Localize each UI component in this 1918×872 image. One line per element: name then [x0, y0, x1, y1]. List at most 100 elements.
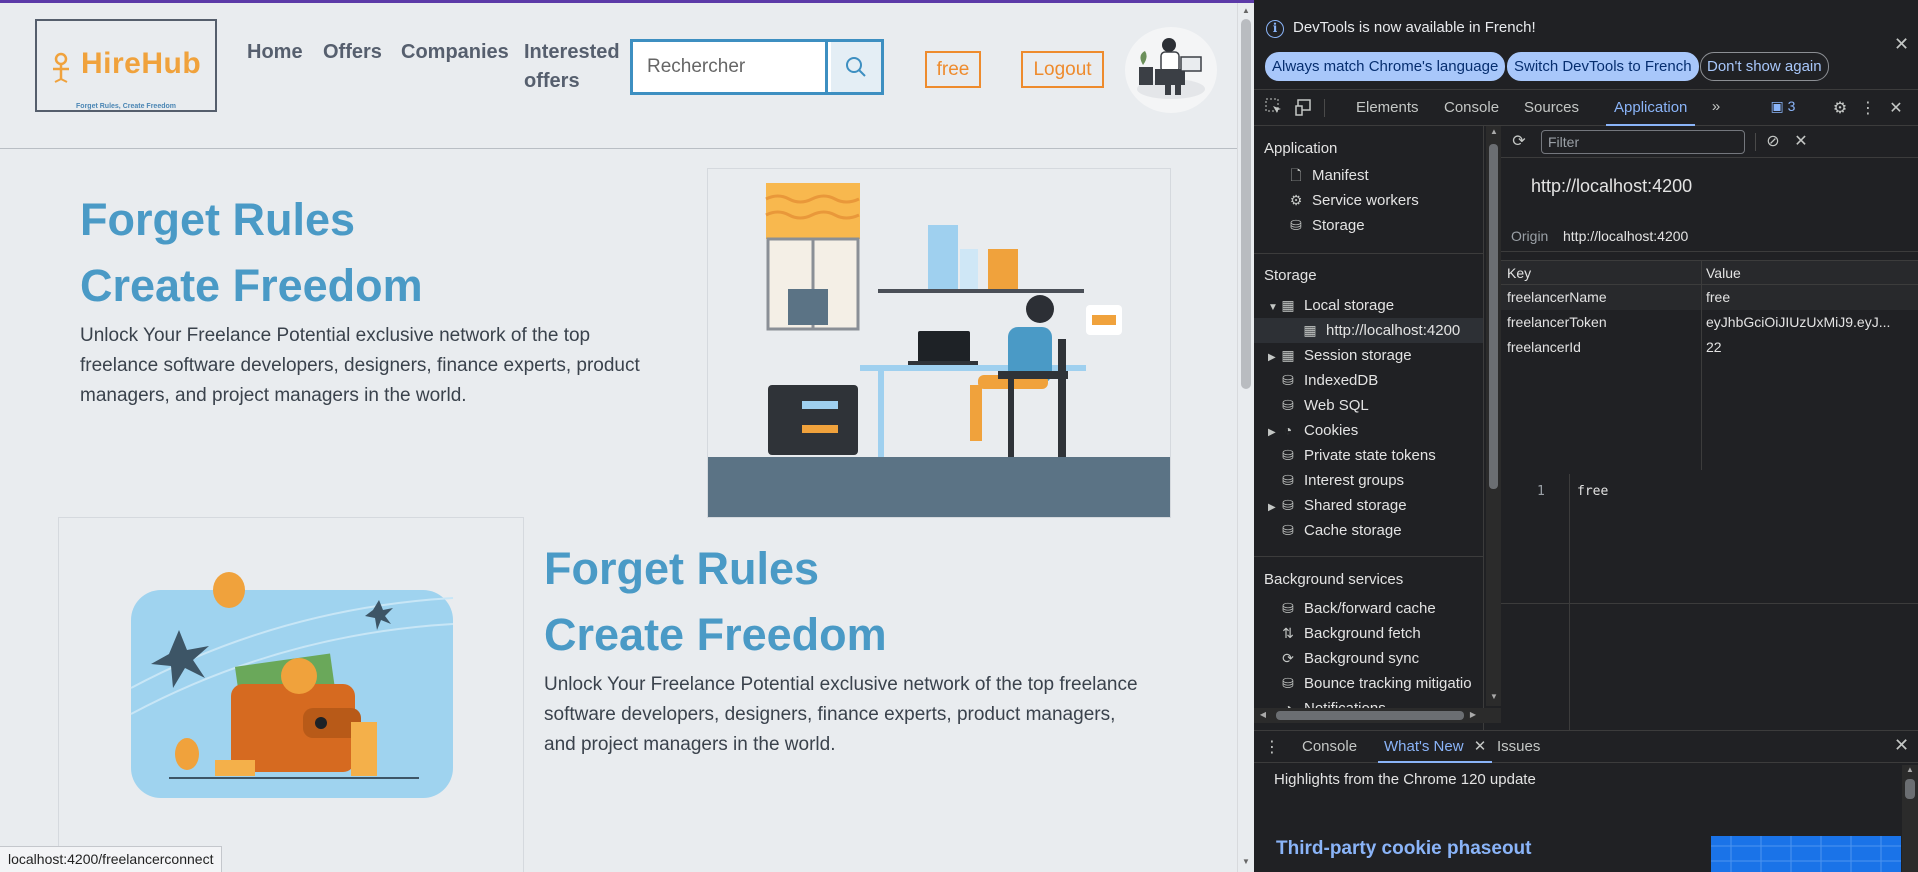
table-row-key[interactable]: freelancerToken	[1507, 310, 1697, 335]
sidebar-item-label: Session storage	[1304, 347, 1412, 364]
sidebar-item-indexeddb[interactable]: ⛁ IndexedDB	[1280, 368, 1378, 393]
logo[interactable]: HireHub Forget Rules, Create Freedom	[35, 19, 217, 112]
table-row-value[interactable]: free	[1706, 285, 1912, 310]
origin-row: Origin http://localhost:4200	[1501, 222, 1918, 252]
drawer-menu-icon[interactable]: ⋮	[1262, 737, 1282, 757]
info-icon: i	[1266, 20, 1284, 38]
tab-application[interactable]: Application	[1606, 90, 1696, 126]
devtools-panel: i DevTools is now available in French! ✕…	[1254, 0, 1918, 872]
scroll-up-icon[interactable]: ▲	[1489, 127, 1499, 136]
sync-icon: ⟳	[1282, 650, 1294, 666]
nav-offers[interactable]: Offers	[323, 38, 382, 67]
navbar: HireHub Forget Rules, Create Freedom Hom…	[0, 3, 1237, 149]
device-toolbar-icon[interactable]	[1294, 98, 1314, 118]
drawer-scroll-thumb[interactable]	[1905, 779, 1915, 799]
nav-home[interactable]: Home	[247, 38, 303, 67]
infobar-close-icon[interactable]: ✕	[1894, 34, 1909, 55]
sidebar-item-label: Cache storage	[1304, 522, 1402, 539]
tab-elements[interactable]: Elements	[1356, 90, 1419, 126]
article-thumbnail[interactable]	[1711, 836, 1901, 872]
table-icon: ▦	[1281, 297, 1295, 313]
collapsed-triangle-icon[interactable]: ▶	[1268, 345, 1280, 370]
inspect-element-icon[interactable]	[1264, 98, 1284, 118]
sidebar-item-local-storage-origin[interactable]: ▦ http://localhost:4200	[1254, 318, 1483, 343]
sidebar-item-label: Service workers	[1312, 192, 1419, 209]
nav-companies[interactable]: Companies	[401, 38, 509, 67]
filter-input[interactable]	[1541, 130, 1745, 154]
settings-gear-icon[interactable]: ⚙	[1830, 98, 1850, 118]
sidebar-item-private-state-tokens[interactable]: ⛁ Private state tokens	[1280, 443, 1436, 468]
up-down-arrows-icon: ⇅	[1282, 625, 1294, 641]
table-row-key[interactable]: freelancerId	[1507, 335, 1697, 360]
table-row-value[interactable]: eyJhbGciOiJIUzUxMiJ9.eyJ...	[1706, 310, 1912, 335]
nav-interested-offers[interactable]: Interested offers	[524, 38, 620, 96]
sidebar-item-local-storage[interactable]: ▼ ▦ Local storage	[1268, 293, 1394, 318]
database-icon: ⛁	[1282, 372, 1294, 388]
close-devtools-icon[interactable]: ✕	[1886, 98, 1906, 118]
scroll-down-icon[interactable]: ▼	[1489, 692, 1499, 701]
sidebar-item-cache-storage[interactable]: ⛁ Cache storage	[1280, 518, 1402, 543]
close-drawer-icon[interactable]: ✕	[1894, 735, 1909, 756]
cookie-icon: ◔	[1283, 422, 1293, 438]
sidebar-item-storage[interactable]: ⛁ Storage	[1288, 213, 1364, 238]
sidebar-scrollbar[interactable]: ▲ ▼	[1486, 126, 1501, 706]
nav-interested-line1: Interested	[524, 41, 620, 63]
table-row-value[interactable]: 22	[1706, 335, 1912, 360]
sidebar-section-storage: Storage	[1264, 267, 1317, 284]
expanded-triangle-icon[interactable]: ▼	[1268, 295, 1280, 320]
sidebar-item-label: Shared storage	[1304, 497, 1407, 514]
search-button[interactable]	[831, 42, 881, 92]
match-language-button[interactable]: Always match Chrome's language	[1265, 52, 1506, 81]
sidebar-scroll-thumb[interactable]	[1489, 144, 1498, 489]
sidebar-item-cookies[interactable]: ▶ ◔ Cookies	[1268, 418, 1358, 443]
drawer-tab-console[interactable]: Console	[1302, 731, 1357, 763]
more-tabs-icon[interactable]: »	[1706, 98, 1726, 118]
sidebar-item-shared-storage[interactable]: ▶ ⛁ Shared storage	[1268, 493, 1407, 518]
sidebar-hscrollbar[interactable]: ◀ ▶	[1254, 708, 1501, 723]
switch-french-button[interactable]: Switch DevTools to French	[1507, 52, 1699, 81]
column-header-key[interactable]: Key	[1501, 261, 1701, 285]
collapsed-triangle-icon[interactable]: ▶	[1268, 420, 1280, 445]
sidebar-item-bounce-tracking[interactable]: ⛁ Bounce tracking mitigatio	[1280, 671, 1471, 696]
search-input[interactable]	[633, 42, 828, 92]
sidebar-hscroll-thumb[interactable]	[1276, 711, 1464, 720]
scroll-right-icon[interactable]: ▶	[1468, 710, 1478, 719]
avatar[interactable]	[1125, 27, 1217, 113]
drawer-tab-issues[interactable]: Issues	[1497, 731, 1540, 763]
database-icon: ⛁	[1282, 600, 1294, 616]
issues-counter[interactable]: ▣ 3	[1766, 98, 1800, 118]
sidebar-item-session-storage[interactable]: ▶ ▦ Session storage	[1268, 343, 1412, 368]
table-row-key[interactable]: freelancerName	[1507, 285, 1697, 310]
whats-new-article-title[interactable]: Third-party cookie phaseout	[1276, 838, 1531, 860]
sidebar-item-manifest[interactable]: 🗋 Manifest	[1288, 163, 1368, 188]
drawer-scrollbar[interactable]: ▲	[1902, 765, 1918, 872]
hero1-title-line1: Forget Rules	[80, 194, 356, 245]
drawer-tab-whats-new[interactable]: What's New ✕	[1378, 731, 1493, 763]
hero2-title-line1: Forget Rules	[544, 543, 820, 594]
page-scrollbar[interactable]: ▲ ▼	[1237, 3, 1254, 872]
sidebar-item-bfcache[interactable]: ⛁ Back/forward cache	[1280, 596, 1436, 621]
dont-show-again-button[interactable]: Don't show again	[1700, 52, 1829, 81]
delete-selected-icon[interactable]: ✕	[1791, 131, 1811, 151]
sidebar-item-background-sync[interactable]: ⟳ Background sync	[1280, 646, 1419, 671]
column-header-value[interactable]: Value	[1702, 261, 1918, 285]
user-name-button[interactable]: free	[925, 51, 981, 88]
clear-all-icon[interactable]: ⊘	[1763, 131, 1783, 151]
scroll-down-icon[interactable]: ▼	[1241, 857, 1251, 866]
more-options-icon[interactable]: ⋮	[1858, 98, 1878, 118]
tab-sources[interactable]: Sources	[1524, 90, 1579, 126]
hero1-title-line2: Create Freedom	[80, 260, 423, 311]
scroll-up-icon[interactable]: ▲	[1241, 6, 1251, 15]
logout-button[interactable]: Logout	[1021, 51, 1104, 88]
tab-console[interactable]: Console	[1444, 90, 1499, 126]
scroll-up-icon[interactable]: ▲	[1905, 765, 1915, 774]
page-scroll-thumb[interactable]	[1241, 19, 1251, 389]
scroll-left-icon[interactable]: ◀	[1258, 710, 1268, 719]
sidebar-item-service-workers[interactable]: ⚙ Service workers	[1288, 188, 1419, 213]
sidebar-item-interest-groups[interactable]: ⛁ Interest groups	[1280, 468, 1404, 493]
close-tab-icon[interactable]: ✕	[1474, 738, 1487, 755]
sidebar-item-background-fetch[interactable]: ⇅ Background fetch	[1280, 621, 1421, 646]
sidebar-item-web-sql[interactable]: ⛁ Web SQL	[1280, 393, 1369, 418]
refresh-icon[interactable]: ⟳	[1509, 131, 1529, 151]
collapsed-triangle-icon[interactable]: ▶	[1268, 495, 1280, 520]
